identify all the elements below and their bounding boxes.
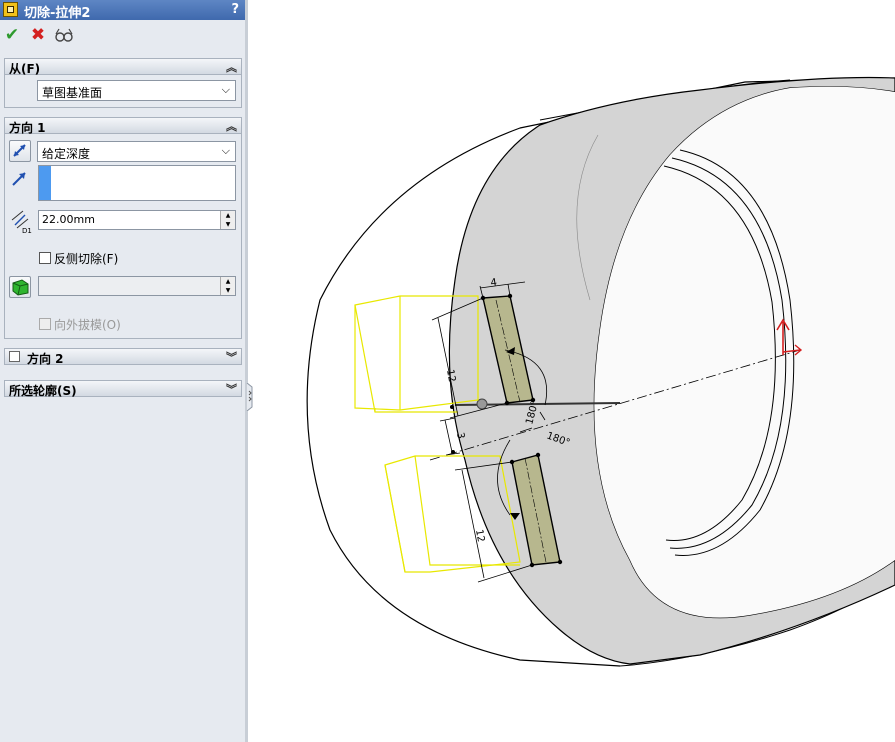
flip-side-checkbox[interactable] bbox=[39, 252, 51, 264]
from-section-header[interactable]: 从(F) ︽ bbox=[4, 58, 242, 76]
direction-vector-selection-box[interactable] bbox=[38, 165, 236, 201]
chevron-down-icon: ⌵ bbox=[221, 144, 230, 157]
direction2-section-title: 方向 2 bbox=[27, 352, 64, 366]
collapse-icon: ︽ bbox=[226, 120, 237, 133]
depth-value: 22.00mm bbox=[42, 213, 95, 226]
graphics-viewport[interactable]: 4 12 3 12 180° 180° bbox=[248, 0, 895, 742]
expand-icon: ︾ bbox=[226, 383, 237, 396]
depth-input[interactable]: 22.00mm ▲ ▼ bbox=[38, 210, 236, 230]
reverse-direction-icon bbox=[13, 144, 26, 157]
selected-contours-header[interactable]: 所选轮廓(S) ︾ bbox=[4, 380, 242, 398]
cut-extrude-icon bbox=[3, 2, 18, 17]
direction2-section-header[interactable]: 方向 2 ︾ bbox=[4, 348, 242, 366]
depth-spinner[interactable]: ▲ ▼ bbox=[220, 211, 235, 229]
draft-outward-checkbox[interactable] bbox=[39, 318, 51, 330]
depth-dimension-icon: D1 bbox=[11, 210, 32, 234]
cancel-button[interactable]: ✖ bbox=[28, 24, 48, 46]
direction2-checkbox[interactable] bbox=[9, 351, 20, 362]
draft-angle-input[interactable]: ▲ ▼ bbox=[38, 276, 236, 296]
feature-title-bar: 切除-拉伸2 ? bbox=[0, 0, 245, 21]
collapse-icon: ︽ bbox=[226, 61, 237, 74]
feature-title: 切除-拉伸2 bbox=[24, 6, 91, 21]
draft-toggle-button[interactable] bbox=[9, 276, 31, 298]
dim-length-bottom[interactable]: 12 bbox=[473, 529, 486, 543]
direction1-section-body: 给定深度 ⌵ D1 22.00mm ▲ ▼ 反侧切除(F) ▲ ▼ 向外拔模(O… bbox=[4, 134, 242, 339]
chevron-down-icon: ⌵ bbox=[221, 83, 230, 96]
dim-length-top[interactable]: 12 bbox=[444, 369, 457, 383]
ok-button[interactable]: ✔ bbox=[2, 24, 22, 46]
reverse-direction-button[interactable] bbox=[9, 140, 31, 162]
from-start-select[interactable]: 草图基准面 ⌵ bbox=[37, 80, 236, 101]
flip-side-label: 反侧切除(F) bbox=[54, 252, 119, 266]
end-condition-select[interactable]: 给定深度 ⌵ bbox=[37, 141, 236, 162]
draft-angle-spinner[interactable]: ▲ ▼ bbox=[220, 277, 235, 295]
svg-text:D1: D1 bbox=[22, 227, 32, 234]
help-button[interactable]: ? bbox=[231, 2, 239, 17]
glasses-icon bbox=[55, 28, 73, 42]
expand-icon: ︾ bbox=[226, 351, 237, 364]
from-start-value: 草图基准面 bbox=[42, 86, 103, 100]
detailed-preview-button[interactable] bbox=[54, 24, 74, 46]
selected-contours-title: 所选轮廓(S) bbox=[9, 384, 77, 398]
end-condition-value: 给定深度 bbox=[42, 147, 91, 161]
from-section-body: 草图基准面 ⌵ bbox=[4, 75, 242, 108]
draft-icon bbox=[12, 279, 29, 296]
selection-active-marker bbox=[39, 166, 51, 200]
direction-vector-icon bbox=[12, 172, 26, 186]
property-manager: 切除-拉伸2 ? ✔ ✖ 从(F) ︽ 草图基准面 ⌵ 方向 1 ︽ 给定深度 … bbox=[0, 0, 246, 742]
draft-outward-label: 向外拔模(O) bbox=[54, 318, 121, 332]
direction1-section-header[interactable]: 方向 1 ︽ bbox=[4, 117, 242, 135]
